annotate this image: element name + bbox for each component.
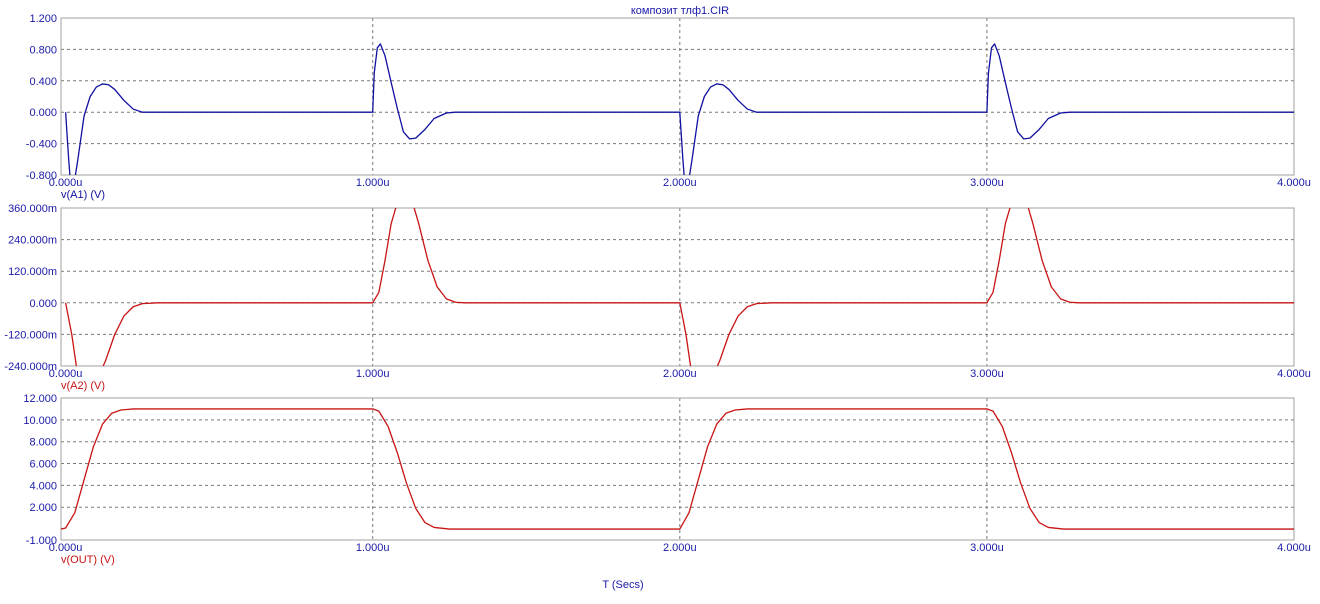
x-tick-label: 3.000u [970,368,1004,380]
plot-panel-2: -240.000m-120.000m0.000120.000m240.000m3… [4,203,1311,392]
y-tick-label: -120.000m [4,329,57,341]
x-tick-label: 2.000u [663,542,697,554]
y-tick-label: 4.000 [29,480,57,492]
y-tick-label: 6.000 [29,459,57,471]
y-tick-label: 0.800 [29,44,57,56]
plot-frame [60,17,1295,176]
simulation-plot: композит тлф1.CIR -0.800-0.4000.0000.400… [4,5,1310,591]
y-tick-label: 0.000 [29,107,57,119]
x-tick-label: 2.000u [663,368,697,380]
chart-title: композит тлф1.CIR [631,5,729,17]
x-tick-label: 4.000u [1277,542,1311,554]
series-name-label: v(A2) (V) [61,380,105,392]
y-tick-label: 0.400 [29,76,57,88]
x-tick-label: 1.000u [356,177,390,189]
series-name-label: v(A1) (V) [61,189,105,201]
panels-group: -0.800-0.4000.0000.4000.8001.2000.000u 1.… [4,13,1310,566]
x-tick-label: 0.000u [49,542,83,554]
y-tick-label: 1.200 [29,13,57,25]
y-tick-label: 120.000m [8,266,57,278]
x-tick-label: 4.000u [1277,177,1311,189]
plot-panel-1: -0.800-0.4000.0000.4000.8001.2000.000u 1.… [26,13,1311,201]
y-tick-label: 360.000m [8,203,57,215]
plot-frame [60,207,1295,367]
x-tick-label: 4.000u [1277,368,1311,380]
x-tick-label: 0.000u [49,177,83,189]
x-tick-label: 3.000u [970,177,1004,189]
x-tick-label: 0.000u [49,368,83,380]
y-tick-label: 2.000 [29,502,57,514]
x-tick-label: 1.000u [356,542,390,554]
x-tick-label: 3.000u [970,542,1004,554]
plot-panel-3: -1.0002.0004.0006.0008.00010.00012.0000.… [23,393,1310,566]
plot-frame [60,397,1295,541]
series-line [61,408,1294,530]
y-tick-label: 12.000 [23,393,57,405]
y-tick-label: 8.000 [29,437,57,449]
y-tick-label: 0.000 [29,298,57,310]
y-tick-label: -0.400 [26,139,57,151]
y-tick-label: 240.000m [8,235,57,247]
x-tick-label: 1.000u [356,368,390,380]
x-axis-label: T (Secs) [602,579,643,591]
x-tick-label: 2.000u [663,177,697,189]
series-name-label: v(OUT) (V) [61,554,115,566]
y-tick-label: 10.000 [23,415,57,427]
